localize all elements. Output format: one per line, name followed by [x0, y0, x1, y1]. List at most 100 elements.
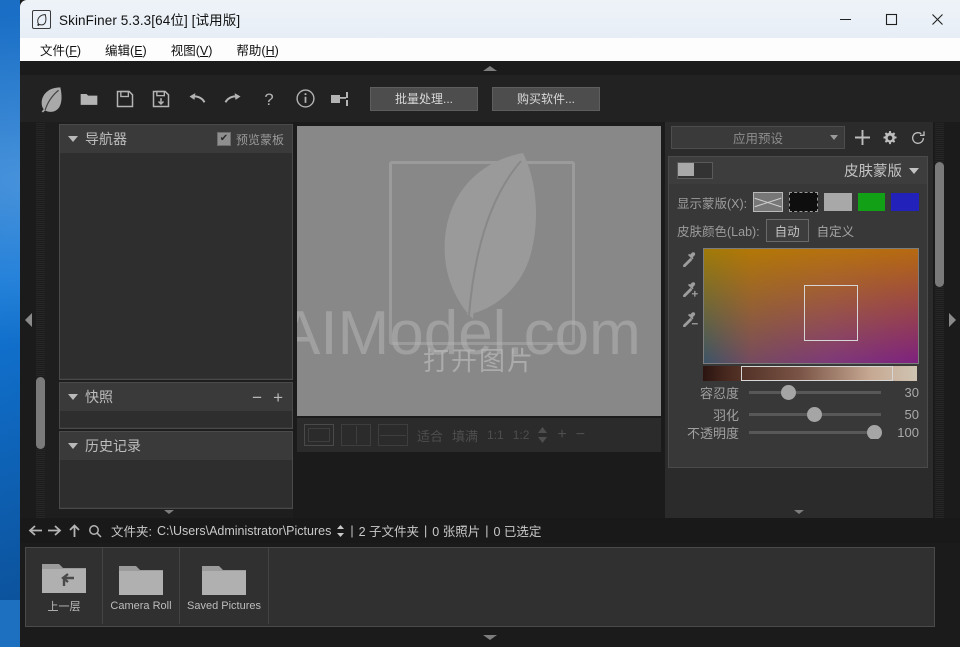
- lab-selection-rect[interactable]: [804, 285, 858, 341]
- history-header[interactable]: 历史记录: [60, 432, 292, 460]
- buy-software-button[interactable]: 购买软件...: [492, 86, 600, 111]
- eyedropper-group: [677, 250, 701, 370]
- view-fill-button[interactable]: 填满: [452, 426, 478, 445]
- lab-gradient-field[interactable]: [703, 248, 919, 364]
- feather-slider-knob[interactable]: [807, 406, 822, 422]
- left-panel-scrollbar[interactable]: [36, 122, 45, 518]
- eyedropper-add-icon[interactable]: [679, 280, 699, 302]
- folder-icon: [200, 561, 248, 597]
- close-button[interactable]: [914, 0, 960, 38]
- arrow-up-icon[interactable]: [68, 523, 81, 538]
- zoom-spinner-icon[interactable]: [537, 425, 548, 445]
- view-zoom-1-2-button[interactable]: 1:2: [513, 428, 530, 442]
- left-panel: 导航器 ✔ 预览蒙板 快照 − + 历史记录: [45, 122, 293, 518]
- skin-mask-title: 皮肤蒙版: [844, 164, 902, 180]
- zoom-in-button[interactable]: +: [557, 426, 566, 444]
- gear-icon[interactable]: [879, 127, 901, 149]
- mask-swatch-black[interactable]: [788, 192, 819, 212]
- snapshot-add-button[interactable]: +: [272, 389, 284, 406]
- add-preset-icon[interactable]: [851, 127, 873, 149]
- menu-label-file: 文件: [40, 44, 66, 58]
- opacity-slider[interactable]: [749, 425, 882, 439]
- save-as-icon[interactable]: [146, 84, 176, 114]
- navigator-panel: 导航器 ✔ 预览蒙板: [59, 124, 293, 380]
- view-mode-single-icon[interactable]: [304, 424, 334, 446]
- collapse-top-arrow-icon: [483, 65, 497, 71]
- refresh-icon[interactable]: [907, 127, 929, 149]
- mask-swatch-blue[interactable]: [891, 193, 920, 211]
- snapshot-header[interactable]: 快照 − +: [60, 383, 292, 411]
- view-zoom-1-1-button[interactable]: 1:1: [487, 428, 504, 442]
- right-panel-collapse-button[interactable]: [665, 506, 933, 518]
- collapse-left-arrow-icon: [24, 313, 32, 327]
- batch-process-button[interactable]: 批量处理...: [370, 86, 478, 111]
- tolerance-slider[interactable]: [749, 384, 881, 400]
- save-icon[interactable]: [110, 84, 140, 114]
- path-spinner-icon[interactable]: [336, 524, 345, 538]
- open-folder-icon[interactable]: [74, 84, 104, 114]
- image-canvas[interactable]: 打开图片 AIModel.com: [297, 126, 661, 416]
- navigator-header[interactable]: 导航器 ✔ 预览蒙板: [60, 125, 292, 153]
- feather-slider[interactable]: [749, 406, 881, 422]
- apply-preset-label: 应用预设: [732, 132, 783, 146]
- search-icon[interactable]: [88, 524, 102, 538]
- collapse-bottom-bar[interactable]: [20, 629, 960, 645]
- history-body: [60, 460, 292, 507]
- list-item[interactable]: Saved Pictures: [180, 548, 269, 624]
- left-panel-collapse-button[interactable]: [45, 506, 293, 518]
- photo-count: 0 张照片: [432, 525, 481, 539]
- view-fit-button[interactable]: 适合: [417, 426, 443, 445]
- zoom-out-button[interactable]: −: [576, 426, 585, 444]
- menu-item-edit[interactable]: 编辑(E): [101, 40, 151, 59]
- opacity-label: 不透明度: [686, 425, 739, 440]
- collapse-left-panel-button[interactable]: [20, 122, 36, 518]
- list-item[interactable]: Camera Roll: [103, 548, 180, 624]
- mask-swatch-gray[interactable]: [824, 193, 852, 211]
- open-image-placeholder[interactable]: 打开图片: [389, 153, 575, 381]
- menu-item-view[interactable]: 视图(V): [167, 40, 217, 59]
- eyedropper-icon[interactable]: [679, 250, 699, 272]
- help-icon[interactable]: ?: [254, 84, 284, 114]
- arrow-right-icon[interactable]: [47, 524, 62, 537]
- tolerance-slider-knob[interactable]: [781, 384, 796, 400]
- app-leaf-logo-icon: [32, 9, 51, 29]
- view-mode-top-bottom-icon[interactable]: [378, 424, 408, 446]
- menu-item-help[interactable]: 帮助(H): [232, 40, 282, 59]
- collapse-down-arrow-icon: [164, 510, 174, 514]
- history-title: 历史记录: [85, 438, 141, 454]
- plugin-icon[interactable]: [326, 84, 356, 114]
- apply-preset-select[interactable]: 应用预设: [671, 126, 845, 149]
- preview-mask-checkbox[interactable]: ✔ 预览蒙板: [216, 131, 284, 148]
- view-mode-side-by-side-icon[interactable]: [341, 424, 371, 446]
- snapshot-remove-button[interactable]: −: [251, 389, 263, 406]
- info-icon[interactable]: [290, 84, 320, 114]
- right-panel-scrollbar[interactable]: [935, 122, 944, 518]
- redo-icon[interactable]: [218, 84, 248, 114]
- list-item[interactable]: 上一层: [26, 548, 103, 624]
- folder-path[interactable]: C:\Users\Administrator\Pictures: [157, 524, 331, 538]
- mask-swatch-none[interactable]: [753, 192, 783, 212]
- skin-color-auto-button[interactable]: 自动: [765, 219, 809, 242]
- app-leaf-logo-toolbar-icon: [34, 84, 68, 114]
- right-panel-scroll-thumb[interactable]: [935, 162, 944, 287]
- skin-color-custom-button[interactable]: 自定义: [817, 221, 855, 240]
- maximize-button[interactable]: [868, 0, 914, 38]
- collapse-top-bar[interactable]: [20, 61, 960, 75]
- title-bar: SkinFiner 5.3.3[64位] [试用版]: [20, 0, 960, 38]
- preset-toolbar: 应用预设: [665, 122, 933, 153]
- collapse-right-panel-button[interactable]: [944, 122, 960, 518]
- feather-label: 羽化: [712, 407, 739, 423]
- menu-item-file[interactable]: 文件(F): [36, 40, 85, 59]
- mask-swatch-green[interactable]: [857, 193, 886, 211]
- minimize-button[interactable]: [822, 0, 868, 38]
- skin-mask-header[interactable]: 皮肤蒙版: [669, 157, 927, 184]
- skin-mask-toggle[interactable]: [677, 162, 713, 179]
- opacity-slider-knob[interactable]: [867, 425, 882, 439]
- history-panel: 历史记录: [59, 431, 293, 509]
- chevron-down-icon: [909, 167, 919, 174]
- luminance-selection-rect[interactable]: [741, 366, 893, 381]
- eyedropper-subtract-icon[interactable]: [679, 310, 699, 332]
- left-panel-scroll-thumb[interactable]: [36, 377, 45, 449]
- arrow-left-icon[interactable]: [28, 524, 43, 537]
- undo-icon[interactable]: [182, 84, 212, 114]
